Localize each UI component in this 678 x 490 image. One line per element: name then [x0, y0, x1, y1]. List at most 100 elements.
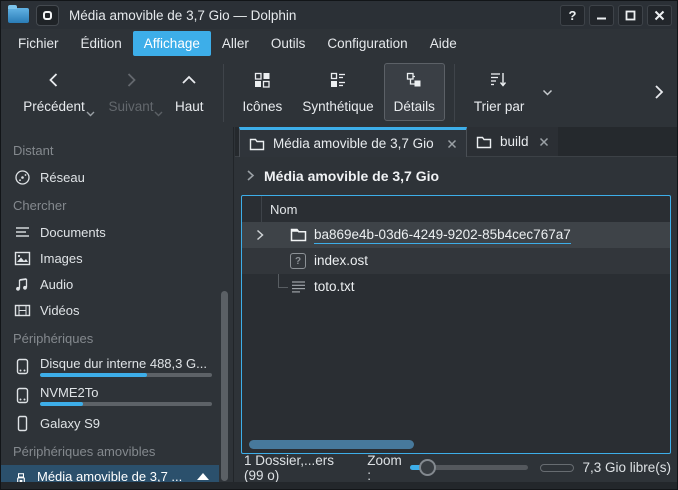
sidebar-item-nvme2to[interactable]: NVME2To [1, 381, 233, 410]
section-header-chercher: Chercher [1, 190, 233, 219]
menu-aller[interactable]: Aller [211, 31, 260, 56]
sidebar-scrollbar[interactable] [221, 291, 228, 481]
file-rows: ba869e4b-03d6-4249-9202-85b4cec767a7 ? i… [242, 222, 670, 300]
chevron-up-icon [180, 71, 198, 89]
file-row-toto-txt[interactable]: toto.txt [242, 274, 670, 300]
sidebar-item-label: Vidéos [40, 303, 80, 318]
menu-fichier[interactable]: Fichier [7, 31, 70, 56]
title-bar: Média amovible de 3,7 Gio — Dolphin ? [1, 1, 677, 29]
sidebar-item-galaxy-s9[interactable]: Galaxy S9 [1, 410, 233, 436]
sidebar-item-label: Disque dur interne 488,3 G... [40, 356, 212, 371]
minimize-button[interactable] [589, 5, 614, 26]
tab-bar: build Média amovible de 3,7 Gio [235, 127, 677, 157]
tab-close-icon[interactable] [539, 137, 549, 147]
sort-dropdown-icon[interactable] [542, 89, 553, 96]
menu-edition[interactable]: Édition [70, 31, 133, 56]
menu-outils[interactable]: Outils [260, 31, 317, 56]
folder-icon [290, 227, 307, 242]
sort-icon [489, 71, 509, 89]
unknown-file-icon: ? [290, 253, 306, 269]
app-badge-icon [43, 11, 52, 20]
document-icon [14, 224, 31, 241]
tab-media-amovible[interactable]: Média amovible de 3,7 Gio [239, 127, 467, 157]
menu-affichage[interactable]: Affichage [133, 31, 211, 56]
horizontal-scrollbar[interactable] [249, 440, 414, 449]
sidebar-item-label: Images [40, 251, 83, 266]
folder-icon [476, 135, 492, 149]
smartphone-icon [14, 415, 31, 432]
help-button[interactable]: ? [560, 5, 585, 26]
chevron-right-icon [122, 71, 140, 89]
file-name[interactable]: ba869e4b-03d6-4249-9202-85b4cec767a7 [314, 227, 571, 244]
eject-icon[interactable] [195, 472, 211, 482]
sidebar-item-label: Réseau [40, 170, 85, 185]
breadcrumb: Média amovible de 3,7 Gio [235, 157, 677, 194]
dolphin-window: Média amovible de 3,7 Gio — Dolphin ? Fi… [0, 0, 678, 490]
window-menu-button[interactable] [36, 5, 59, 26]
sidebar-item-label: NVME2To [40, 385, 212, 400]
file-name[interactable]: toto.txt [314, 279, 355, 294]
chevron-left-icon [45, 71, 63, 89]
file-name[interactable]: index.ost [314, 253, 368, 268]
tab-close-icon[interactable] [447, 139, 457, 149]
sidebar-item-reseau[interactable]: Réseau [1, 164, 233, 190]
details-view-button[interactable]: Détails [384, 63, 445, 121]
maximize-button[interactable] [618, 5, 643, 26]
menu-bar: Fichier Édition Affichage Aller Outils C… [1, 29, 677, 58]
file-row-folder[interactable]: ba869e4b-03d6-4249-9202-85b4cec767a7 [242, 222, 670, 248]
toolbar-overflow-icon[interactable] [653, 82, 665, 102]
text-file-icon [290, 279, 307, 295]
network-icon [14, 169, 31, 186]
icons-view-icon [253, 71, 271, 89]
maximize-icon [625, 10, 636, 21]
harddisk-icon [14, 358, 31, 375]
sidebar-item-media-amovible[interactable]: Média amovible de 3,7 ... [1, 465, 219, 482]
chevron-right-icon[interactable] [246, 169, 255, 182]
close-button[interactable] [647, 5, 672, 26]
folder-view-panel: build Média amovible de 3,7 Gio Média am… [235, 127, 677, 489]
main-toolbar: Précédent Suivant Haut Icônes [1, 58, 677, 127]
disk-usage-bar [40, 402, 212, 406]
sidebar-item-videos[interactable]: Vidéos [1, 297, 233, 323]
toolbar-separator [454, 64, 455, 122]
places-panel: Distant Réseau Chercher Documents [1, 127, 234, 482]
sidebar-item-images[interactable]: Images [1, 245, 233, 271]
image-icon [14, 250, 31, 267]
menu-aide[interactable]: Aide [419, 31, 468, 56]
sidebar-item-label: Audio [40, 277, 73, 292]
compact-view-button[interactable]: Synthétique [292, 63, 383, 121]
dolphin-app-icon [8, 8, 29, 23]
help-icon: ? [569, 8, 577, 23]
sidebar-item-label: Média amovible de 3,7 ... [37, 469, 187, 482]
sort-by-button[interactable]: Trier par [464, 63, 535, 121]
forward-dropdown-icon [154, 111, 163, 117]
video-icon [14, 302, 31, 319]
file-row-index-ost[interactable]: ? index.ost [242, 248, 670, 274]
menu-configuration[interactable]: Configuration [316, 31, 418, 56]
zoom-slider-handle[interactable] [419, 459, 436, 476]
up-button[interactable]: Haut [165, 63, 214, 121]
column-header-row: Nom [242, 196, 670, 222]
zoom-slider[interactable] [410, 459, 528, 476]
expand-arrow-icon[interactable] [256, 229, 264, 241]
items-summary: 1 Dossier,...ers (99 o) [244, 453, 355, 483]
audio-icon [14, 276, 31, 293]
sidebar-item-documents[interactable]: Documents [1, 219, 233, 245]
window-title: Média amovible de 3,7 Gio — Dolphin [59, 8, 556, 23]
toolbar-separator [223, 64, 224, 122]
compact-view-icon [329, 71, 347, 89]
back-dropdown-icon [86, 111, 95, 117]
column-header-nom[interactable]: Nom [262, 196, 297, 222]
folder-icon [249, 137, 265, 151]
harddisk-icon [14, 387, 31, 404]
usb-icon [14, 471, 28, 482]
sidebar-item-disque-dur[interactable]: Disque dur interne 488,3 G... [1, 352, 233, 381]
window-bottom-edge [1, 482, 677, 489]
tab-build[interactable]: build [467, 127, 558, 157]
file-view: Nom ba869e4b-03d6-4249-9202-85b4cec767a7 [241, 195, 671, 454]
sidebar-item-audio[interactable]: Audio [1, 271, 233, 297]
forward-button[interactable]: Suivant [97, 63, 165, 121]
icons-view-button[interactable]: Icônes [233, 63, 293, 121]
back-button[interactable]: Précédent [11, 63, 97, 121]
breadcrumb-location[interactable]: Média amovible de 3,7 Gio [264, 168, 439, 184]
